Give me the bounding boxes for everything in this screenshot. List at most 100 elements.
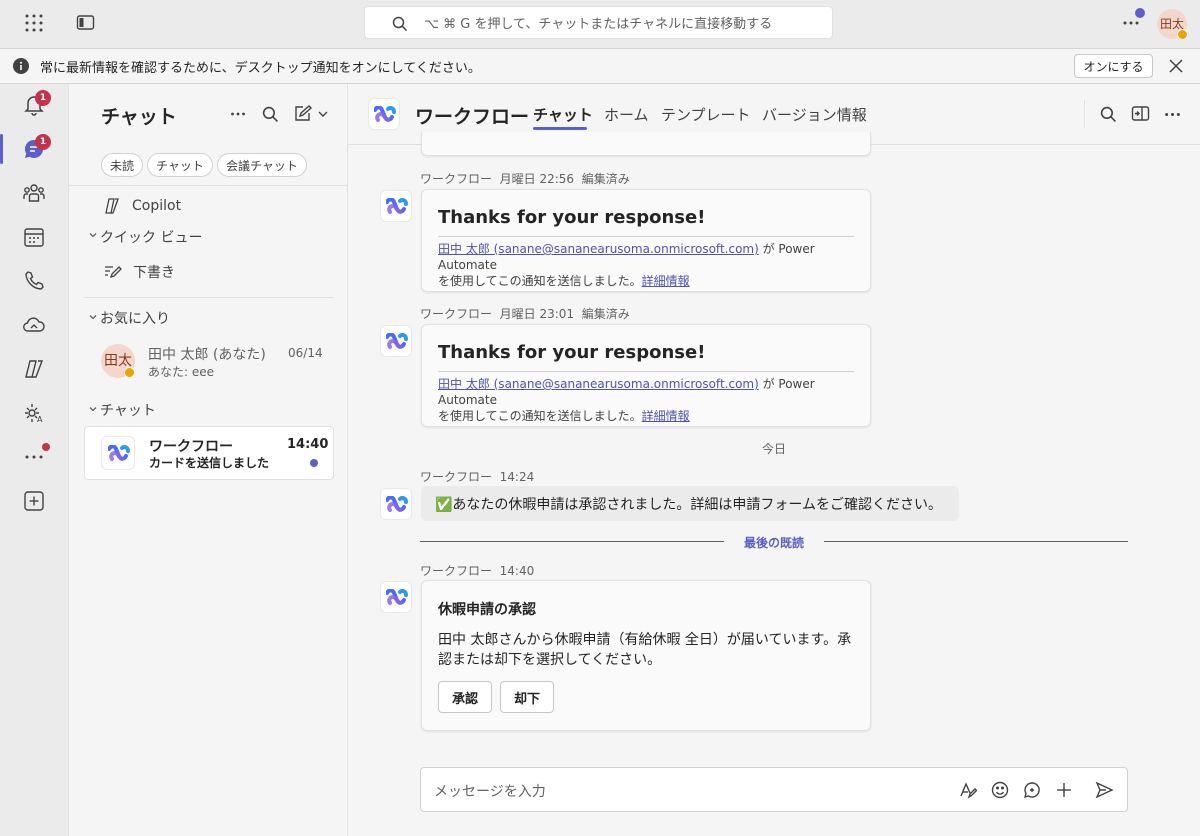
date-divider: 今日 xyxy=(762,442,787,456)
message-time: 14:40 xyxy=(499,564,535,578)
drafts-label: 下書き xyxy=(133,265,175,281)
chat-main: ワークフロー チャット ホーム テンプレート バージョン情報 ワークフロー 月曜… xyxy=(348,84,1200,836)
quickview-header[interactable]: クイック ビュー xyxy=(100,227,202,247)
message-card-partial xyxy=(421,132,871,156)
new-chat-icon[interactable] xyxy=(293,105,329,123)
message-meta: ワークフロー 14:40 xyxy=(420,562,534,579)
app-rail: 1 1 A xyxy=(0,84,68,836)
message-meta: ワークフロー 月曜日 23:01 編集済み xyxy=(420,305,630,322)
calls-icon[interactable] xyxy=(22,269,46,293)
card-title: Thanks for your response! xyxy=(438,342,706,363)
tab-chat[interactable]: チャット xyxy=(533,104,593,125)
apps-gear-icon[interactable]: A xyxy=(22,401,46,425)
close-icon[interactable] xyxy=(1168,58,1184,74)
add-app-icon[interactable] xyxy=(22,489,46,513)
edited-label: 編集済み xyxy=(581,172,630,186)
tab-templates[interactable]: テンプレート xyxy=(661,104,751,125)
workflow-chat-item[interactable]: ワークフロー 14:40 カードを送信しました xyxy=(84,426,334,480)
approve-button[interactable]: 承認 xyxy=(438,681,492,713)
activity-badge: 1 xyxy=(35,90,51,106)
favorite-preview: あなた: eee xyxy=(148,365,215,379)
loop-component-icon[interactable] xyxy=(1023,781,1041,799)
enable-notifications-button[interactable]: オンにする xyxy=(1074,54,1153,78)
message-bubble: ✅あなたの休暇申請は承認されました。詳細は申請フォームをご確認ください。 xyxy=(421,486,959,521)
copilot-item[interactable]: Copilot xyxy=(84,196,344,216)
chevron-down-icon[interactable] xyxy=(88,230,98,240)
banner-text: 常に最新情報を確認するために、デスクトップ通知をオンにしてください。 xyxy=(40,61,481,76)
active-indicator xyxy=(0,134,3,164)
message-meta: ワークフロー 14:24 xyxy=(420,468,534,485)
more-apps-dot xyxy=(42,443,50,451)
card-title: Thanks for your response! xyxy=(438,207,706,228)
global-search-input[interactable]: ⌥ ⌘ G を押して、チャットまたはチャネルに直接移動する xyxy=(364,6,833,39)
profile-avatar[interactable]: 田太 xyxy=(1157,9,1188,40)
teams-icon[interactable] xyxy=(22,181,46,205)
message-card: Thanks for your response! 田中 太郎 (sanane@… xyxy=(421,189,871,292)
message-time: 月曜日 23:01 xyxy=(499,307,575,321)
calendar-icon[interactable] xyxy=(22,225,46,249)
divider xyxy=(84,297,334,298)
search-placeholder: ⌥ ⌘ G を押して、チャットまたはチャネルに直接移動する xyxy=(424,17,773,32)
workflow-chat-time: 14:40 xyxy=(287,437,329,452)
workflow-chat-preview: カードを送信しました xyxy=(149,456,270,470)
card-footer: 田中 太郎 (sanane@sananearusoma.onmicrosoft.… xyxy=(438,241,858,289)
emoji-icon[interactable] xyxy=(991,781,1009,799)
filter-meeting-chats[interactable]: 会議チャット xyxy=(217,153,307,177)
add-icon[interactable] xyxy=(1055,781,1073,799)
message-card: Thanks for your response! 田中 太郎 (sanane@… xyxy=(421,324,871,427)
open-side-panel-icon[interactable] xyxy=(1131,105,1150,123)
info-icon xyxy=(13,58,29,74)
edited-label: 編集済み xyxy=(581,307,630,321)
workflow-chat-name: ワークフロー xyxy=(149,439,233,455)
more-info-link[interactable]: 詳細情報 xyxy=(642,274,690,288)
chats-header[interactable]: チャット xyxy=(100,400,156,420)
app-launcher-icon[interactable] xyxy=(24,13,44,33)
sender-link[interactable]: 田中 太郎 (sanane@sananearusoma.onmicrosoft.… xyxy=(438,242,759,256)
message-sender: ワークフロー xyxy=(420,307,493,321)
workflow-avatar xyxy=(101,436,135,470)
favorite-chat-item[interactable]: 田太 田中 太郎 (あなた) 06/14 あなた: eee xyxy=(84,336,334,384)
workflow-avatar xyxy=(380,581,412,613)
more-options-icon[interactable] xyxy=(230,106,246,122)
drafts-item[interactable]: 下書き xyxy=(84,260,344,282)
copilot-icon[interactable] xyxy=(22,357,46,381)
onedrive-icon[interactable] xyxy=(22,313,46,337)
reject-button[interactable]: 却下 xyxy=(500,681,554,713)
divider xyxy=(69,185,347,186)
activity-icon[interactable]: 1 xyxy=(22,90,51,117)
format-icon[interactable] xyxy=(959,781,977,799)
title-bar: ⌥ ⌘ G を押して、チャットまたはチャネルに直接移動する 田太 xyxy=(0,0,1200,48)
tab-home[interactable]: ホーム xyxy=(604,104,649,125)
search-icon[interactable] xyxy=(1100,106,1117,123)
copilot-icon xyxy=(102,196,122,216)
chat-list-pane: チャット 未読 チャット 会議チャット Copilot クイック ビュー 下書き… xyxy=(68,84,348,836)
chevron-down-icon[interactable] xyxy=(88,312,98,322)
message-time: 14:24 xyxy=(499,470,535,484)
sidebar-toggle-icon[interactable] xyxy=(76,14,96,32)
more-options-icon[interactable] xyxy=(1164,106,1181,123)
more-apps-icon[interactable] xyxy=(22,443,50,469)
away-status-icon xyxy=(124,367,135,378)
sender-link[interactable]: 田中 太郎 (sanane@sananearusoma.onmicrosoft.… xyxy=(438,377,759,391)
filter-search-icon[interactable] xyxy=(262,106,279,123)
message-sender: ワークフロー xyxy=(420,470,493,484)
divider xyxy=(1084,100,1085,128)
favorites-header[interactable]: お気に入り xyxy=(100,308,170,328)
avatar: 田太 xyxy=(101,344,135,378)
more-options-icon[interactable] xyxy=(1122,8,1145,32)
chat-list-title: チャット xyxy=(101,106,177,128)
more-info-link[interactable]: 詳細情報 xyxy=(642,409,690,423)
filter-chats[interactable]: チャット xyxy=(147,153,213,177)
message-composer[interactable]: メッセージを入力 xyxy=(420,767,1128,812)
tab-version-info[interactable]: バージョン情報 xyxy=(762,104,867,125)
composer-placeholder: メッセージを入力 xyxy=(434,784,546,800)
filter-unread[interactable]: 未読 xyxy=(101,153,144,177)
footer-text: を使用してこの通知を送信しました。 xyxy=(438,409,642,423)
notification-dot xyxy=(1135,8,1145,18)
card-footer: 田中 太郎 (sanane@sananearusoma.onmicrosoft.… xyxy=(438,376,858,424)
chevron-down-icon[interactable] xyxy=(88,404,98,414)
message-meta: ワークフロー 月曜日 22:56 編集済み xyxy=(420,170,630,187)
send-icon[interactable] xyxy=(1095,781,1114,799)
chat-icon[interactable]: 1 xyxy=(22,134,51,161)
card-title: 休暇申請の承認 xyxy=(438,602,536,618)
